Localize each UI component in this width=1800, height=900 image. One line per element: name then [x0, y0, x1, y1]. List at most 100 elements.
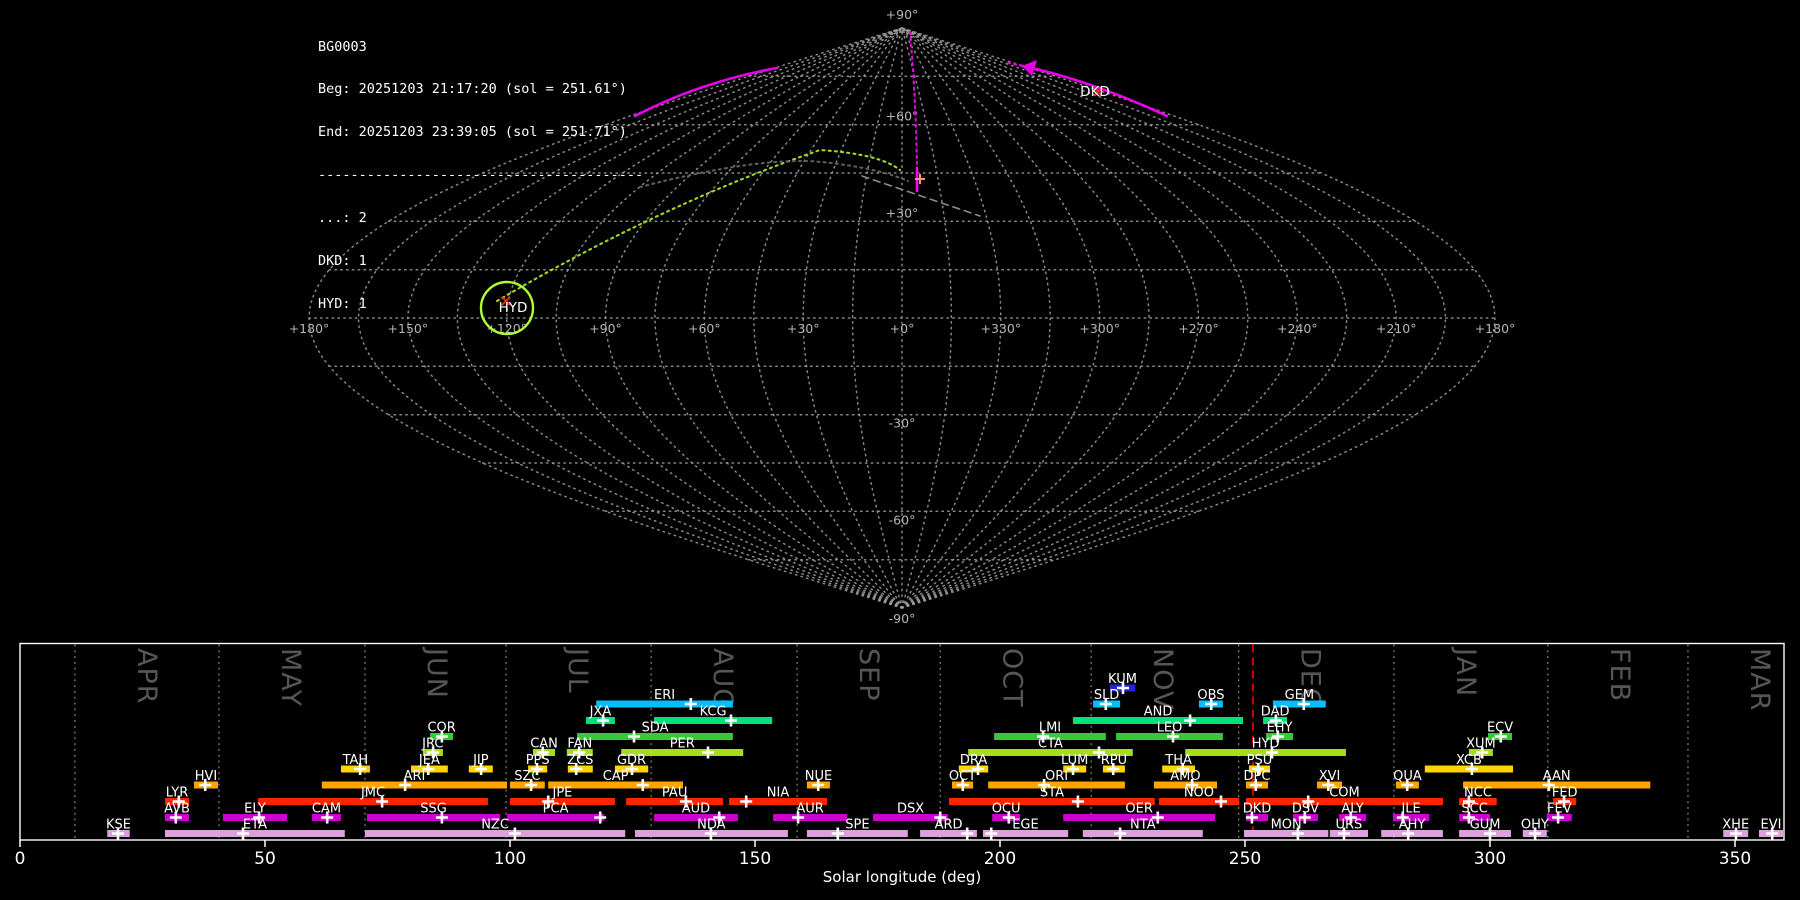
shower-code-and: AND [1144, 705, 1173, 720]
shower-code-kum: KUM [1108, 672, 1137, 687]
shower-code-jle: JLE [1400, 802, 1420, 817]
map-lon-label: +300° [1079, 321, 1120, 336]
shower-code-cta: CTA [1038, 737, 1063, 752]
shower-code-aan: AAN [1543, 769, 1571, 784]
shower-code-qua: QUA [1393, 769, 1422, 784]
shower-code-dad: DAD [1261, 705, 1290, 720]
shower-code-gem: GEM [1285, 688, 1315, 703]
shower-code-fev: FEV [1547, 802, 1572, 817]
shower-code-sld: SLD [1094, 688, 1120, 703]
shower-code-pau: PAU [662, 786, 687, 801]
month-label-sep: SEP [853, 648, 884, 701]
radiant-label-dkd: DKD [1080, 84, 1110, 100]
west-meteor-trail-path [633, 66, 779, 118]
map-lat-label: -60° [889, 512, 916, 527]
peak-marker-nta [1114, 827, 1127, 840]
shower-code-ely: ELY [244, 802, 266, 817]
shower-code-jea: JEA [418, 753, 440, 768]
hyd-count: HYD: 1 [318, 295, 367, 312]
shower-code-jip: JIP [472, 753, 489, 768]
shower-code-fed: FED [1552, 786, 1578, 801]
shower-code-ncc: NCC [1464, 786, 1492, 801]
shower-code-ecv: ECV [1487, 721, 1513, 736]
shower-timeline: APR MAY JUN JUL AUG SEP OCT NOV DEC JAN FEB MARKUME… [15, 642, 1785, 869]
map-lat-label: +90° [886, 7, 919, 22]
month-label-may: MAY [275, 648, 306, 707]
shower-code-amo: AMO [1170, 769, 1200, 784]
shower-code-psu: PSU [1247, 753, 1273, 768]
shower-code-ssg: SSG [420, 802, 447, 817]
shower-code-ehy: EHY [1267, 721, 1293, 736]
map-lon-label: +60° [688, 321, 721, 336]
x-tick-label: 350 [1719, 849, 1751, 869]
shower-code-spe: SPE [845, 818, 869, 833]
peak-marker-spe [831, 827, 844, 840]
shower-code-dpc: DPC [1244, 769, 1271, 784]
shower-code-szc: SZC [514, 769, 540, 784]
shower-code-dsv: DSV [1292, 802, 1319, 817]
separator: ---------------------------------------- [318, 167, 644, 184]
shower-code-aur: AUR [796, 802, 823, 817]
shower-code-sta: STA [1040, 786, 1064, 801]
shower-code-zcs: ZCS [567, 753, 593, 768]
shower-code-sda: SDA [642, 721, 669, 736]
x-tick-label: 250 [1229, 849, 1261, 869]
shower-code-tha: THA [1164, 753, 1192, 768]
peak-marker-pca [594, 811, 607, 824]
x-tick-label: 150 [739, 849, 771, 869]
shower-code-xum: XUM [1466, 737, 1496, 752]
map-lon-label: +210° [1376, 321, 1417, 336]
map-lon-label: +330° [981, 321, 1022, 336]
observation-info-block: BG0003 Beg: 20251203 21:17:20 (sol = 251… [318, 11, 643, 340]
shower-code-oct: OCT [949, 769, 976, 784]
map-lon-label: +270° [1178, 321, 1219, 336]
shower-code-cor: COR [427, 721, 455, 736]
shower-code-jpe: JPE [551, 786, 572, 801]
month-label-nov: NOV [1147, 648, 1178, 710]
shower-code-kse: KSE [106, 818, 131, 833]
month-label-feb: FEB [1604, 648, 1635, 702]
shower-code-dkd: DKD [1243, 802, 1272, 817]
shower-code-eta: ETA [243, 818, 267, 833]
shower-code-lmi: LMI [1039, 721, 1061, 736]
x-axis-title: Solar longitude (deg) [823, 868, 981, 886]
month-label-jun: JUN [421, 646, 452, 699]
map-lat-label: -90° [889, 611, 916, 626]
shower-code-pca: PCA [543, 802, 569, 817]
map-lat-label: -30° [889, 416, 916, 431]
shower-code-jmc: JMC [360, 786, 385, 801]
shower-code-tah: TAH [342, 753, 369, 768]
shower-code-jxa: JXA [589, 705, 612, 720]
dkd-count: DKD: 1 [318, 253, 367, 270]
map-meridian [901, 27, 1150, 609]
shower-code-xvi: XVI [1319, 769, 1341, 784]
shower-code-kcg: KCG [700, 705, 727, 720]
shower-code-avb: AVB [164, 802, 190, 817]
shower-code-lyr: LYR [166, 786, 189, 801]
map-lat-label: +30° [886, 205, 919, 220]
x-tick-label: 50 [254, 849, 276, 869]
shower-code-ocu: OCU [992, 802, 1021, 817]
map-lon-label: +240° [1277, 321, 1318, 336]
shower-code-nzc: NZC [481, 818, 509, 833]
shower-code-fan: FAN [567, 737, 592, 752]
month-label-jan: JAN [1450, 646, 1481, 697]
peak-marker-cap [636, 779, 649, 791]
map-lon-label: +180° [1475, 321, 1516, 336]
shower-code-nue: NUE [805, 769, 832, 784]
shower-code-ari: ARI [404, 769, 426, 784]
shower-code-mon: MON [1271, 818, 1302, 833]
peak-marker-ege [985, 827, 998, 840]
shower-code-evi: EVI [1761, 818, 1782, 833]
x-tick-label: 100 [494, 849, 526, 869]
plot-svg: +180° +150° +120° +90° +60° +30° +0° +330° +300°… [15, 7, 1785, 886]
shower-code-gum: GUM [1470, 818, 1501, 833]
shower-code-scc: SCC [1461, 802, 1487, 817]
peak-marker-sta [1071, 795, 1084, 808]
shower-code-obs: OBS [1197, 688, 1224, 703]
x-tick-label: 300 [1474, 849, 1506, 869]
shower-code-cam: CAM [312, 802, 341, 817]
begin-time: Beg: 20251203 21:17:20 (sol = 251.61°) [318, 81, 627, 98]
shower-code-lum: LUM [1061, 753, 1088, 768]
shower-code-leo: LEO [1157, 721, 1183, 736]
